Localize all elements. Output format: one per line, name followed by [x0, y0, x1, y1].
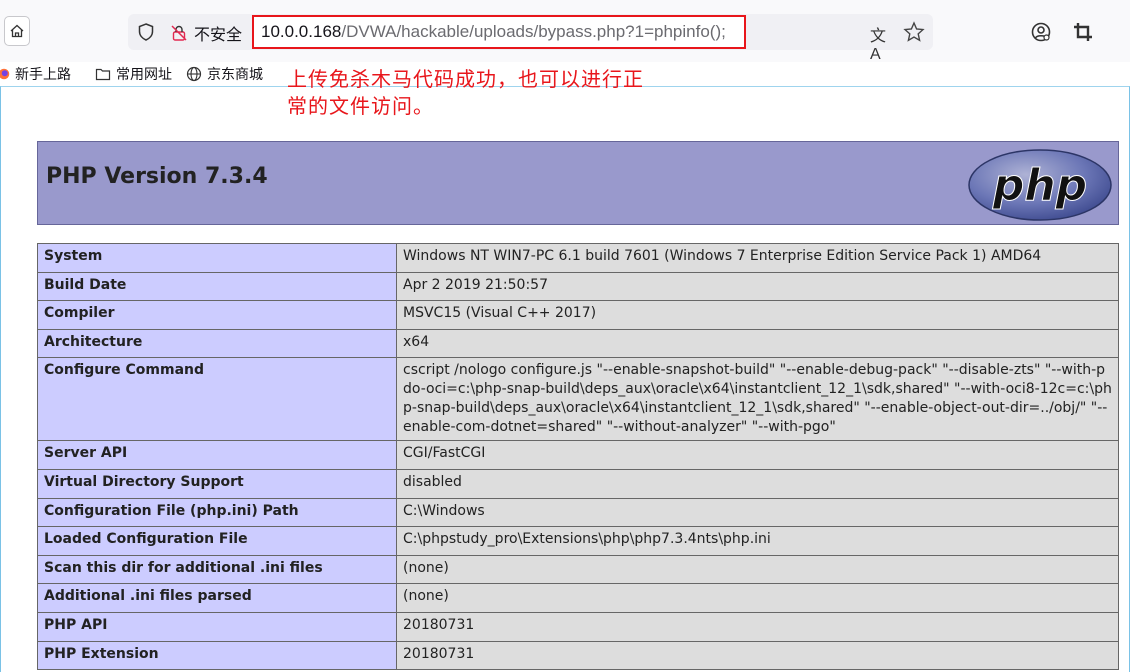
crop-icon[interactable] [1072, 21, 1094, 43]
row-key: Server API [37, 440, 397, 470]
table-row: PHP Extension 20180731 [37, 640, 1119, 671]
row-value: CGI/FastCGI [396, 440, 1119, 470]
row-value: x64 [396, 328, 1119, 359]
phpinfo-table: System Windows NT WIN7-PC 6.1 build 7601 … [37, 243, 1119, 671]
browser-window: 不安全 10.0.0.168/DVWA/hackable/uploads/byp… [0, 0, 1130, 672]
php-logo[interactable]: php [967, 148, 1113, 222]
security-label: 不安全 [194, 27, 243, 44]
bookmark-star-icon[interactable] [902, 20, 926, 44]
folder-icon [95, 68, 111, 81]
firefox-icon [0, 68, 10, 80]
row-key: System [37, 243, 397, 273]
bookmark-label: 新手上路 [15, 66, 71, 82]
table-row: Server API CGI/FastCGI [37, 440, 1119, 470]
row-key: PHP API [37, 611, 397, 642]
table-row: Compiler MSVC15 (Visual C++ 2017) [37, 300, 1119, 330]
table-row: Loaded Configuration File C:\phpstudy_pro… [37, 526, 1119, 556]
bookmark-item-2[interactable]: 常用网址 [95, 64, 172, 84]
table-row: Additional .ini files parsed (none) [37, 583, 1119, 613]
row-value: 20180731 [396, 611, 1119, 642]
browser-toolbar: 不安全 10.0.0.168/DVWA/hackable/uploads/byp… [0, 0, 1130, 63]
row-value: 20180731 [396, 640, 1119, 671]
row-value: C:\Windows [396, 497, 1119, 528]
row-value: disabled [396, 468, 1119, 499]
annotation-line-1: 上传免杀木马代码成功，也可以进行正 [287, 67, 644, 91]
security-indicator[interactable]: 不安全 [170, 22, 242, 44]
table-row: System Windows NT WIN7-PC 6.1 build 7601 … [37, 243, 1119, 273]
url-path: /DVWA/hackable/uploads/bypass.php?1=phpi… [341, 22, 726, 41]
table-row: Configure Command cscript /nologo configu… [37, 357, 1119, 442]
row-key: Scan this dir for additional .ini files [37, 554, 397, 585]
table-row: PHP API 20180731 [37, 611, 1119, 642]
home-button[interactable] [4, 16, 30, 46]
row-key: Configuration File (php.ini) Path [37, 497, 397, 528]
insecure-lock-icon [171, 25, 187, 41]
phpinfo-table-body: System Windows NT WIN7-PC 6.1 build 7601 … [37, 243, 1119, 671]
table-row: Virtual Directory Support disabled [37, 468, 1119, 499]
table-row: Build Date Apr 2 2019 21:50:57 [37, 271, 1119, 302]
table-row: Architecture x64 [37, 328, 1119, 359]
row-key: Build Date [37, 271, 397, 302]
red-annotation-text: 上传免杀木马代码成功，也可以进行正 常的文件访问。 [287, 66, 727, 120]
bookmark-item-1[interactable]: 新手上路 [0, 64, 71, 84]
table-row: Configuration File (php.ini) Path C:\Wind… [37, 497, 1119, 528]
php-version-title: PHP Version 7.3.4 [46, 164, 268, 189]
home-icon [10, 24, 24, 38]
php-logo-text: php [992, 160, 1087, 211]
row-key: Additional .ini files parsed [37, 583, 397, 613]
annotation-line-2: 常的文件访问。 [287, 94, 434, 118]
translate-icon[interactable]: 文A [870, 22, 892, 63]
row-value: Windows NT WIN7-PC 6.1 build 7601 (Windo… [396, 243, 1119, 273]
row-value: cscript /nologo configure.js "--enable-s… [396, 357, 1119, 442]
row-key: Architecture [37, 328, 397, 359]
row-value: (none) [396, 554, 1119, 585]
globe-icon [186, 66, 202, 82]
row-key: Virtual Directory Support [37, 468, 397, 499]
row-key: PHP Extension [37, 640, 397, 671]
row-value: Apr 2 2019 21:50:57 [396, 271, 1119, 302]
url-host: 10.0.0.168 [261, 22, 342, 41]
bookmark-label: 常用网址 [116, 66, 172, 82]
row-value: MSVC15 (Visual C++ 2017) [396, 300, 1119, 330]
bookmark-item-3[interactable]: 京东商城 [186, 64, 263, 84]
url-input[interactable]: 10.0.0.168/DVWA/hackable/uploads/bypass.… [252, 15, 746, 49]
account-icon[interactable] [1030, 21, 1052, 43]
shield-icon[interactable] [136, 22, 156, 42]
row-value: C:\phpstudy_pro\Extensions\php\php7.3.4n… [396, 526, 1119, 556]
row-key: Compiler [37, 300, 397, 330]
row-key: Loaded Configuration File [37, 526, 397, 556]
phpinfo-header: PHP Version 7.3.4 php [37, 141, 1119, 225]
bookmark-label: 京东商城 [207, 66, 263, 82]
row-value: (none) [396, 583, 1119, 613]
table-row: Scan this dir for additional .ini files(… [37, 554, 1119, 585]
row-key: Configure Command [37, 357, 397, 442]
